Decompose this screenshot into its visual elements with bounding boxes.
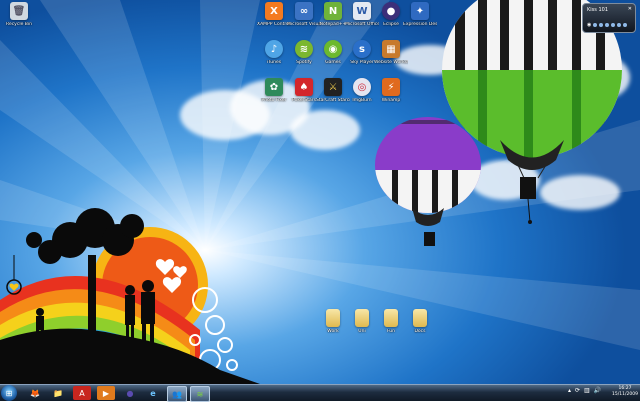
clock-date: 15/11/2009 xyxy=(612,392,638,397)
taskbar-clock[interactable]: 16:27 15/11/2009 xyxy=(611,386,639,398)
desktop-icon-label: Recycle Bin xyxy=(6,22,32,27)
internet-explorer-icon: e xyxy=(150,388,156,398)
folder-icon xyxy=(413,309,427,327)
firefox-icon: 🦊 xyxy=(30,388,40,398)
taskbar-eclipse[interactable]: ● xyxy=(121,386,139,400)
desktop-icon-label: Photo Fixer xyxy=(261,98,287,103)
taskbar-explorer[interactable]: 📁 xyxy=(49,386,67,400)
station-dot[interactable] xyxy=(623,23,628,27)
taskbar-internet-explorer[interactable]: e xyxy=(144,386,162,400)
system-tray: ▴ ⟳ ▥ 🔊 xyxy=(568,387,601,394)
explorer-icon: 📁 xyxy=(53,388,63,398)
starcraft-icon: ⚔ xyxy=(324,78,342,96)
messenger-icon: 👥 xyxy=(172,389,182,399)
radio-gadget-title: Kiss 101 xyxy=(587,7,609,13)
desktop-icon-label: Expression Design Pro xyxy=(403,22,437,27)
radio-gadget-icon[interactable]: ◉ xyxy=(587,22,591,28)
show-hidden-icons-icon[interactable]: ▴ xyxy=(568,387,571,394)
imgburn-icon: ◎ xyxy=(353,78,371,96)
desktop-icon-xampp[interactable]: X XAMPP Control Panel xyxy=(257,2,291,27)
hanging-heart xyxy=(6,255,22,295)
sync-icon[interactable]: ⟳ xyxy=(575,387,580,394)
itunes-icon: ♪ xyxy=(265,40,283,58)
taskbar-media-player[interactable]: ▶ xyxy=(97,386,115,400)
spotify-icon: ≋ xyxy=(295,40,313,58)
expression-design-icon: ✦ xyxy=(411,2,429,20)
taskbar-acrobat[interactable]: A xyxy=(73,386,91,400)
station-dot[interactable] xyxy=(611,23,616,27)
website-workstation-icon: ▦ xyxy=(382,40,400,58)
desktop-icon-website-workstation[interactable]: ▦ Website Workstation xyxy=(374,40,408,65)
eclipse-icon: ● xyxy=(126,388,134,398)
station-dot[interactable] xyxy=(593,23,598,27)
media-player-icon: ▶ xyxy=(102,388,110,398)
desktop-icon-expression-design[interactable]: ✦ Expression Design Pro xyxy=(403,2,437,27)
acrobat-icon: A xyxy=(79,388,85,398)
photo-fixer-icon: ✿ xyxy=(265,78,283,96)
desktop-icon-winamp[interactable]: ⚡ Winamp xyxy=(374,78,408,103)
visual-web-icon: ∞ xyxy=(295,2,313,20)
network-icon[interactable]: ▥ xyxy=(584,387,590,394)
radio-gadget-controls: ◉ xyxy=(587,22,628,28)
start-orb-icon[interactable]: ⊞ xyxy=(1,385,17,401)
volume-icon[interactable]: 🔊 xyxy=(594,387,601,394)
taskbar: ⊞ 🦊 📁 A ▶ ● e 👥 ≋ ▴ ⟳ ▥ 🔊 16:27 15/11/20… xyxy=(0,384,640,402)
folder-icon xyxy=(384,309,398,327)
desktop-icon-recycle-bin[interactable]: 🗑 Recycle Bin xyxy=(2,2,36,27)
winamp-icon: ⚡ xyxy=(382,78,400,96)
notepad-plus-icon: N xyxy=(324,2,342,20)
folder-icon xyxy=(326,309,340,327)
desktop-folder-docs[interactable]: Docs xyxy=(403,309,437,334)
recycle-bin-icon: 🗑 xyxy=(10,2,28,20)
station-dot[interactable] xyxy=(617,23,622,27)
radio-gadget[interactable]: Kiss 101 ✕ ◉ xyxy=(582,3,636,33)
station-dot[interactable] xyxy=(599,23,604,27)
desktop-icon-label: XAMPP Control Panel xyxy=(257,22,291,27)
station-dot[interactable] xyxy=(605,23,610,27)
desktop-icon-itunes[interactable]: ♪ iTunes xyxy=(257,40,291,65)
close-icon[interactable]: ✕ xyxy=(628,6,632,12)
office-icon: W xyxy=(353,2,371,20)
xampp-icon: X xyxy=(265,2,283,20)
desktop-icon-label: Website Workstation xyxy=(374,60,408,65)
desktop-icon-label: Winamp xyxy=(381,98,401,103)
spotify-icon: ≋ xyxy=(196,389,204,399)
taskbar-firefox[interactable]: 🦊 xyxy=(26,386,44,400)
games-icon: ◉ xyxy=(324,40,342,58)
desktop: 🗑 Recycle Bin X XAMPP Control Panel ∞ Mi… xyxy=(0,0,640,384)
sky-player-icon: s xyxy=(353,40,371,58)
desktop-icon-photo-fixer[interactable]: ✿ Photo Fixer xyxy=(257,78,291,103)
pokerstars-icon: ♠ xyxy=(295,78,313,96)
eclipse-icon: ● xyxy=(382,2,400,20)
folder-icon xyxy=(355,309,369,327)
desktop-icon-label: iTunes xyxy=(266,60,282,65)
folder-label: Docs xyxy=(414,329,426,334)
